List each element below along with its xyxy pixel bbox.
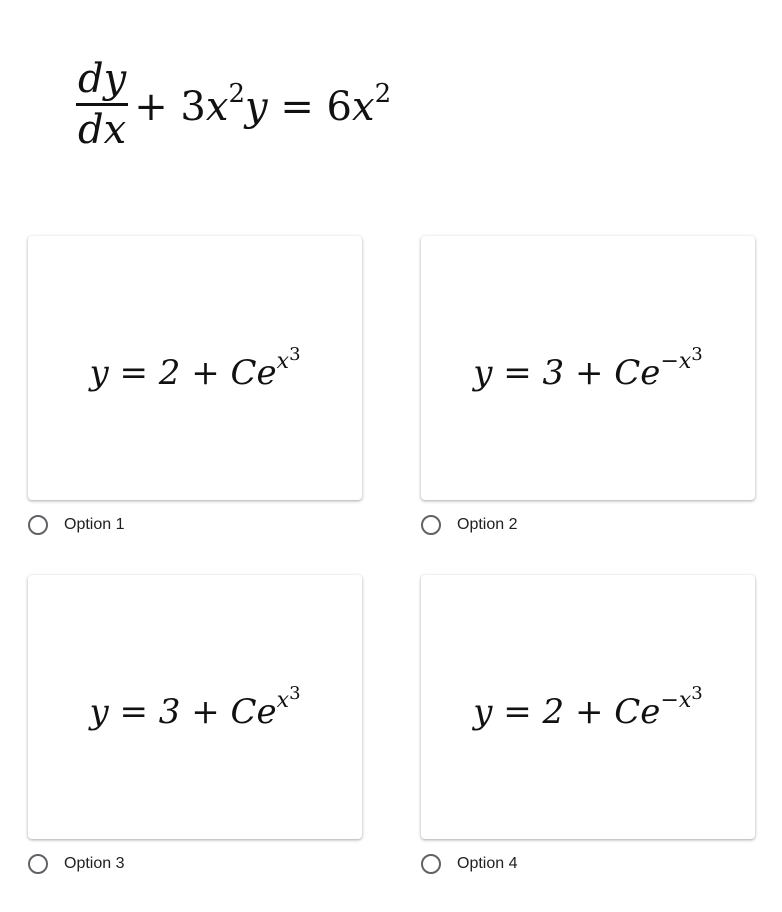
radio-button-icon[interactable] — [421, 515, 441, 535]
option-1-label: Option 1 — [64, 516, 125, 533]
option-4-image-card[interactable]: y = 2 + Ce−x3 — [421, 575, 755, 839]
formula-exponent: −x3 — [660, 683, 702, 713]
exponent-power: 3 — [289, 682, 301, 704]
exponent-var: x — [276, 348, 290, 374]
exponent-var: x — [276, 687, 290, 713]
derivative-fraction: dy dx — [76, 55, 129, 154]
option-1-radio-row[interactable]: Option 1 — [28, 515, 124, 535]
question-equation: dy dx + 3x2y = 6x2 — [76, 44, 391, 164]
equation-exponent-2: 2 — [374, 78, 392, 109]
option-3-radio-row[interactable]: Option 3 — [28, 854, 124, 874]
exponent-power: 3 — [691, 343, 703, 365]
equation-var-x2: x — [352, 83, 375, 130]
option-2-label: Option 2 — [457, 516, 518, 533]
option-3-image-card[interactable]: y = 3 + Cex3 — [28, 575, 362, 839]
formula-base: y = 3 + Ce — [473, 352, 661, 393]
equation-rest: + 3x2y = 6x2 — [134, 79, 391, 130]
option-1-formula: y = 2 + Cex3 — [89, 344, 300, 393]
exponent-sign: − — [660, 687, 679, 713]
formula-base: y = 3 + Ce — [89, 691, 277, 732]
formula-exponent: x3 — [276, 683, 301, 713]
exponent-var: x — [678, 687, 692, 713]
radio-button-icon[interactable] — [28, 854, 48, 874]
radio-button-icon[interactable] — [28, 515, 48, 535]
option-2-formula: y = 3 + Ce−x3 — [473, 344, 703, 393]
radio-button-icon[interactable] — [421, 854, 441, 874]
fraction-numerator: dy — [78, 55, 127, 102]
equation-var-x: x — [205, 83, 229, 130]
option-3-formula: y = 3 + Cex3 — [89, 683, 300, 732]
formula-base: y = 2 + Ce — [473, 691, 661, 732]
equation-equals: = 6 — [267, 83, 353, 130]
formula-base: y = 2 + Ce — [89, 352, 277, 393]
exponent-power: 3 — [691, 682, 703, 704]
fraction-denominator: dx — [78, 106, 127, 153]
formula-exponent: −x3 — [660, 344, 702, 374]
option-4-label: Option 4 — [457, 855, 518, 872]
option-2-image-card[interactable]: y = 3 + Ce−x3 — [421, 236, 755, 500]
option-2-radio-row[interactable]: Option 2 — [421, 515, 517, 535]
equation-plus-term: + 3 — [134, 83, 206, 130]
option-3-label: Option 3 — [64, 855, 125, 872]
exponent-var: x — [678, 348, 692, 374]
formula-exponent: x3 — [276, 344, 301, 374]
exponent-power: 3 — [289, 343, 301, 365]
equation-exponent: 2 — [228, 78, 245, 109]
option-1-image-card[interactable]: y = 2 + Cex3 — [28, 236, 362, 500]
equation-var-y: y — [245, 83, 268, 130]
option-4-radio-row[interactable]: Option 4 — [421, 854, 517, 874]
exponent-sign: − — [660, 348, 679, 374]
option-4-formula: y = 2 + Ce−x3 — [473, 683, 703, 732]
